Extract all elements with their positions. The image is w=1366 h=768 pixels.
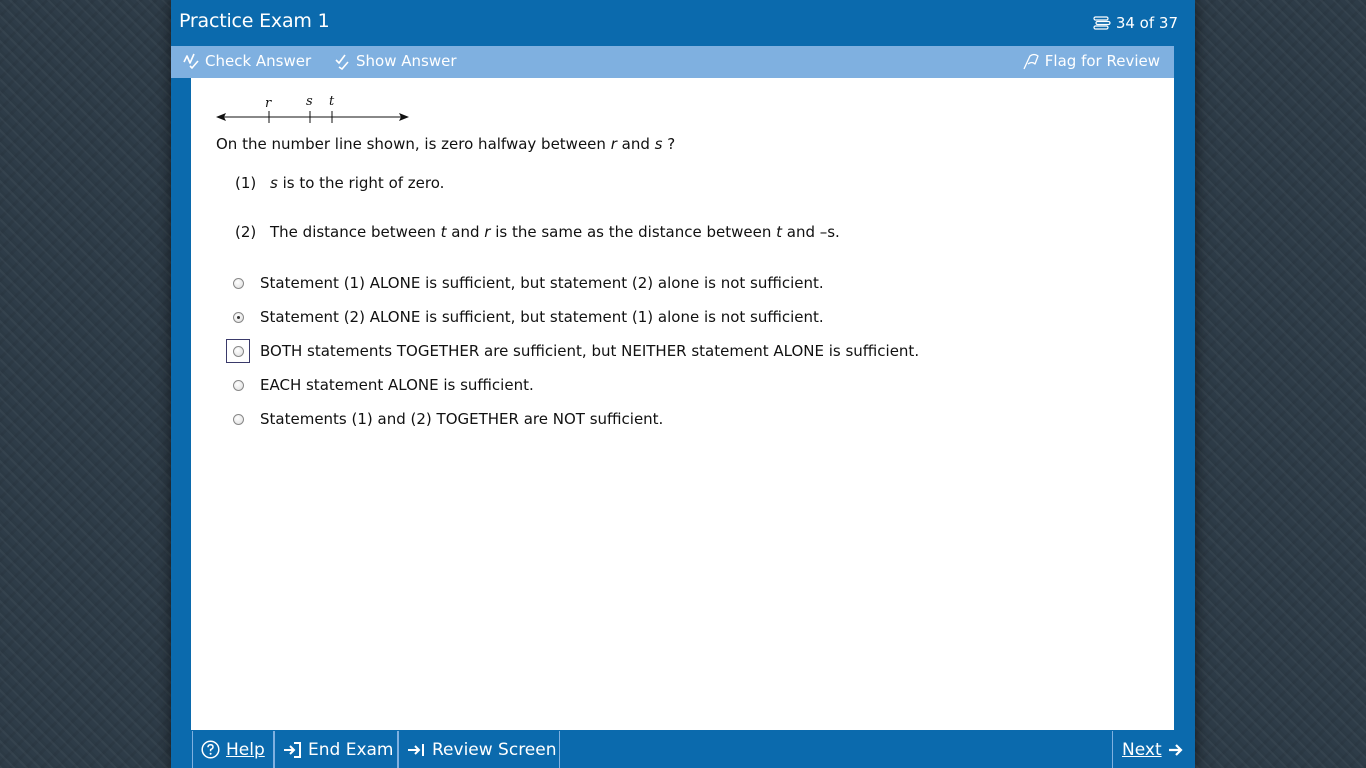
- exam-window: Practice Exam 1 34 of 37 Check Answer Sh…: [171, 0, 1195, 768]
- radio-button-selected[interactable]: [232, 311, 244, 323]
- end-exam-label: End Exam: [308, 739, 394, 760]
- title-bar: Practice Exam 1 34 of 37: [171, 0, 1195, 45]
- question-text-and: and: [616, 135, 655, 153]
- answer-option-label: EACH statement ALONE is sufficient.: [260, 376, 534, 394]
- show-answer-button[interactable]: Show Answer: [333, 52, 457, 70]
- radio-button[interactable]: [232, 345, 244, 357]
- toolbar: Check Answer Show Answer Flag for Review: [171, 46, 1174, 78]
- number-line: r s t: [215, 92, 415, 130]
- radio-dot: [236, 315, 240, 319]
- answer-option-label: Statements (1) and (2) TOGETHER are NOT …: [260, 410, 664, 428]
- answer-option-label: BOTH statements TOGETHER are sufficient,…: [260, 342, 920, 360]
- statement-2-number: (2): [235, 223, 257, 241]
- flag-for-review-label: Flag for Review: [1044, 52, 1160, 70]
- statement-2-text-mid: is the same as the distance between: [490, 223, 777, 241]
- radio-wrap: [226, 407, 250, 431]
- check-answer-label: Check Answer: [205, 52, 312, 70]
- answer-option-b[interactable]: Statement (2) ALONE is sufficient, but s…: [226, 305, 824, 329]
- arrow-right-icon: [1168, 742, 1184, 758]
- statement-1-text: is to the right of zero.: [277, 174, 445, 192]
- help-button[interactable]: Help: [192, 731, 274, 768]
- answer-option-e[interactable]: Statements (1) and (2) TOGETHER are NOT …: [226, 407, 663, 431]
- radio-wrap: [226, 271, 250, 295]
- answer-option-a[interactable]: Statement (1) ALONE is sufficient, but s…: [226, 271, 824, 295]
- radio-button[interactable]: [232, 413, 244, 425]
- review-screen-label: Review Screen: [432, 739, 557, 760]
- question-text-end: ?: [662, 135, 676, 153]
- radio-wrap: [226, 305, 250, 329]
- review-screen-button[interactable]: Review Screen: [398, 731, 560, 768]
- answer-option-label: Statement (2) ALONE is sufficient, but s…: [260, 308, 824, 326]
- end-exam-button[interactable]: End Exam: [274, 731, 398, 768]
- bottom-bar: Help End Exam Review Screen Next: [171, 731, 1195, 768]
- number-line-label-t: t: [329, 94, 335, 109]
- number-line-label-r: r: [265, 96, 272, 111]
- check-answer-button[interactable]: Check Answer: [182, 52, 311, 70]
- progress-text: 34 of 37: [1115, 14, 1178, 32]
- exam-title: Practice Exam 1: [179, 10, 330, 32]
- review-arrow-icon: [407, 742, 426, 758]
- help-icon: [201, 740, 220, 759]
- exit-icon: [283, 741, 302, 758]
- radio-button[interactable]: [232, 277, 244, 289]
- statement-1-var-s: s: [270, 174, 278, 192]
- next-button[interactable]: Next: [1112, 731, 1195, 768]
- answer-option-d[interactable]: EACH statement ALONE is sufficient.: [226, 373, 534, 397]
- stack-icon: [1093, 16, 1111, 30]
- statement-2: (2) The distance between t and r is the s…: [235, 223, 840, 241]
- next-label: Next: [1122, 739, 1162, 760]
- statement-2-text-end: and –s.: [781, 223, 840, 241]
- radio-button[interactable]: [232, 379, 244, 391]
- statement-1: (1) s is to the right of zero.: [235, 174, 444, 192]
- flag-for-review-button[interactable]: Flag for Review: [1022, 52, 1160, 70]
- statement-1-number: (1): [235, 174, 257, 192]
- flag-icon: [1022, 52, 1040, 70]
- check-answer-icon: [182, 52, 200, 70]
- answer-option-label: Statement (1) ALONE is sufficient, but s…: [260, 274, 824, 292]
- statement-2-text-and: and: [446, 223, 485, 241]
- answer-option-c[interactable]: BOTH statements TOGETHER are sufficient,…: [226, 339, 919, 363]
- radio-wrap: [226, 373, 250, 397]
- radio-wrap-focused: [226, 339, 250, 363]
- question-stem: On the number line shown, is zero halfwa…: [216, 135, 675, 153]
- question-text: On the number line shown, is zero halfwa…: [216, 135, 611, 153]
- show-answer-label: Show Answer: [356, 52, 457, 70]
- question-panel: r s t On the number line shown, is zero …: [191, 78, 1174, 730]
- question-progress: 34 of 37: [1093, 14, 1178, 32]
- statement-2-text: The distance between: [270, 223, 441, 241]
- help-label: Help: [226, 739, 265, 760]
- number-line-label-s: s: [306, 94, 313, 109]
- show-answer-icon: [333, 52, 351, 70]
